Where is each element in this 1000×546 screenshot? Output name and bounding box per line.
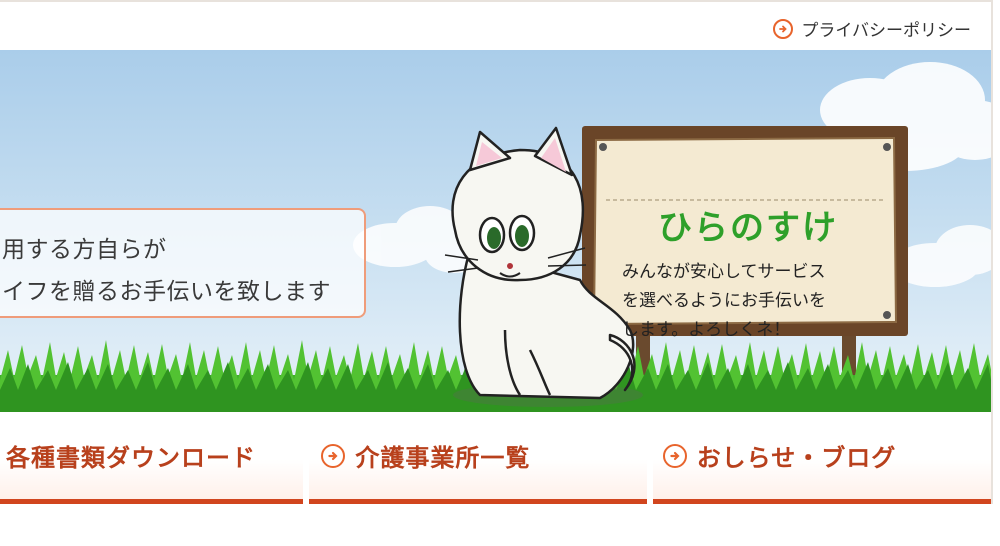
sign-body-line-2: を選べるようにお手伝いを [622,291,826,311]
tagline-line-2: イフを贈るお手伝いを致します [2,279,331,305]
circle-arrow-right-icon [662,443,687,468]
nav-item-label: 各種書類ダウンロード [6,444,256,472]
sign-title: ひらのすけ [658,208,838,248]
circle-arrow-right-icon [773,18,794,39]
nav-item-label: 介護事業所一覧 [355,444,531,472]
nav-item-news-blog[interactable]: おしらせ・ブログ [652,412,991,504]
footer-space [0,504,1000,546]
sign-body-line-3: します。よろしくネ！ [622,320,791,340]
sign-body: みんなが安心してサービス を選べるようにお手伝いを します。よろしくネ！ [622,258,882,345]
tagline-line-1: 用する方自らが [2,237,167,263]
privacy-policy-label: プライバシーポリシー [801,21,971,41]
main-nav: 各種書類ダウンロード 介護事業所一覧 おしらせ・ブログ [0,412,993,504]
page-frame: プライバシーポリシー 用する方自らが イフを贈るお手伝いを致します ひらのすけ … [0,0,1000,546]
top-bar: プライバシーポリシー [0,0,993,50]
privacy-policy-link[interactable]: プライバシーポリシー [773,16,971,41]
circle-arrow-right-icon [321,443,346,468]
nav-item-downloads[interactable]: 各種書類ダウンロード [0,412,304,504]
tagline-box: 用する方自らが イフを贈るお手伝いを致します [0,208,366,318]
hero-banner: 用する方自らが イフを贈るお手伝いを致します ひらのすけ みんなが安心してサービ… [0,50,993,412]
sign-body-line-1: みんなが安心してサービス [622,262,826,282]
nav-item-label: おしらせ・ブログ [696,444,897,472]
nav-item-facility-list[interactable]: 介護事業所一覧 [309,412,647,504]
